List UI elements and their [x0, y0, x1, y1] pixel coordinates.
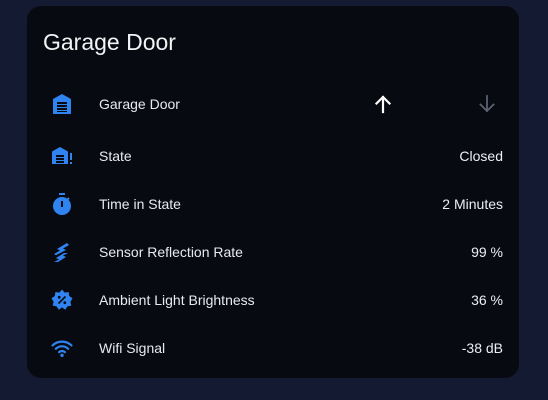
card-title: Garage Door — [43, 29, 176, 55]
garage-icon — [50, 92, 74, 116]
entity-label: Wifi Signal — [99, 340, 166, 356]
garage-alert-icon — [50, 144, 74, 168]
garage-door-card: Garage Door Garage Door State Closed Tim… — [27, 6, 519, 378]
entity-row-time-in-state[interactable]: Time in State 2 Minutes — [27, 184, 519, 224]
entity-row-wifi-signal[interactable]: Wifi Signal -38 dB — [27, 328, 519, 368]
open-cover-button[interactable] — [367, 88, 399, 120]
entity-value: 36 % — [471, 292, 503, 308]
cover-label: Garage Door — [99, 96, 180, 112]
entity-label: Ambient Light Brightness — [99, 292, 255, 308]
arrow-up-icon — [374, 95, 392, 114]
entity-row-state[interactable]: State Closed — [27, 136, 519, 176]
entity-row-ambient-light-brightness[interactable]: Ambient Light Brightness 36 % — [27, 280, 519, 320]
entity-label: Sensor Reflection Rate — [99, 244, 243, 260]
timer-icon — [50, 192, 74, 216]
entity-value: Closed — [459, 148, 503, 164]
entity-value: 2 Minutes — [442, 196, 503, 212]
arrow-down-icon — [479, 95, 495, 113]
garage-door-cover-row[interactable]: Garage Door — [27, 84, 519, 124]
entity-row-sensor-reflection-rate[interactable]: Sensor Reflection Rate 99 % — [27, 232, 519, 272]
entity-value: 99 % — [471, 244, 503, 260]
entity-label: Time in State — [99, 196, 181, 212]
brightness-percent-icon — [50, 288, 74, 312]
entity-label: State — [99, 148, 132, 164]
wifi-icon — [50, 336, 74, 360]
close-cover-button[interactable] — [471, 88, 503, 120]
entity-value: -38 dB — [461, 340, 503, 356]
reflection-sensor-icon — [50, 240, 74, 264]
